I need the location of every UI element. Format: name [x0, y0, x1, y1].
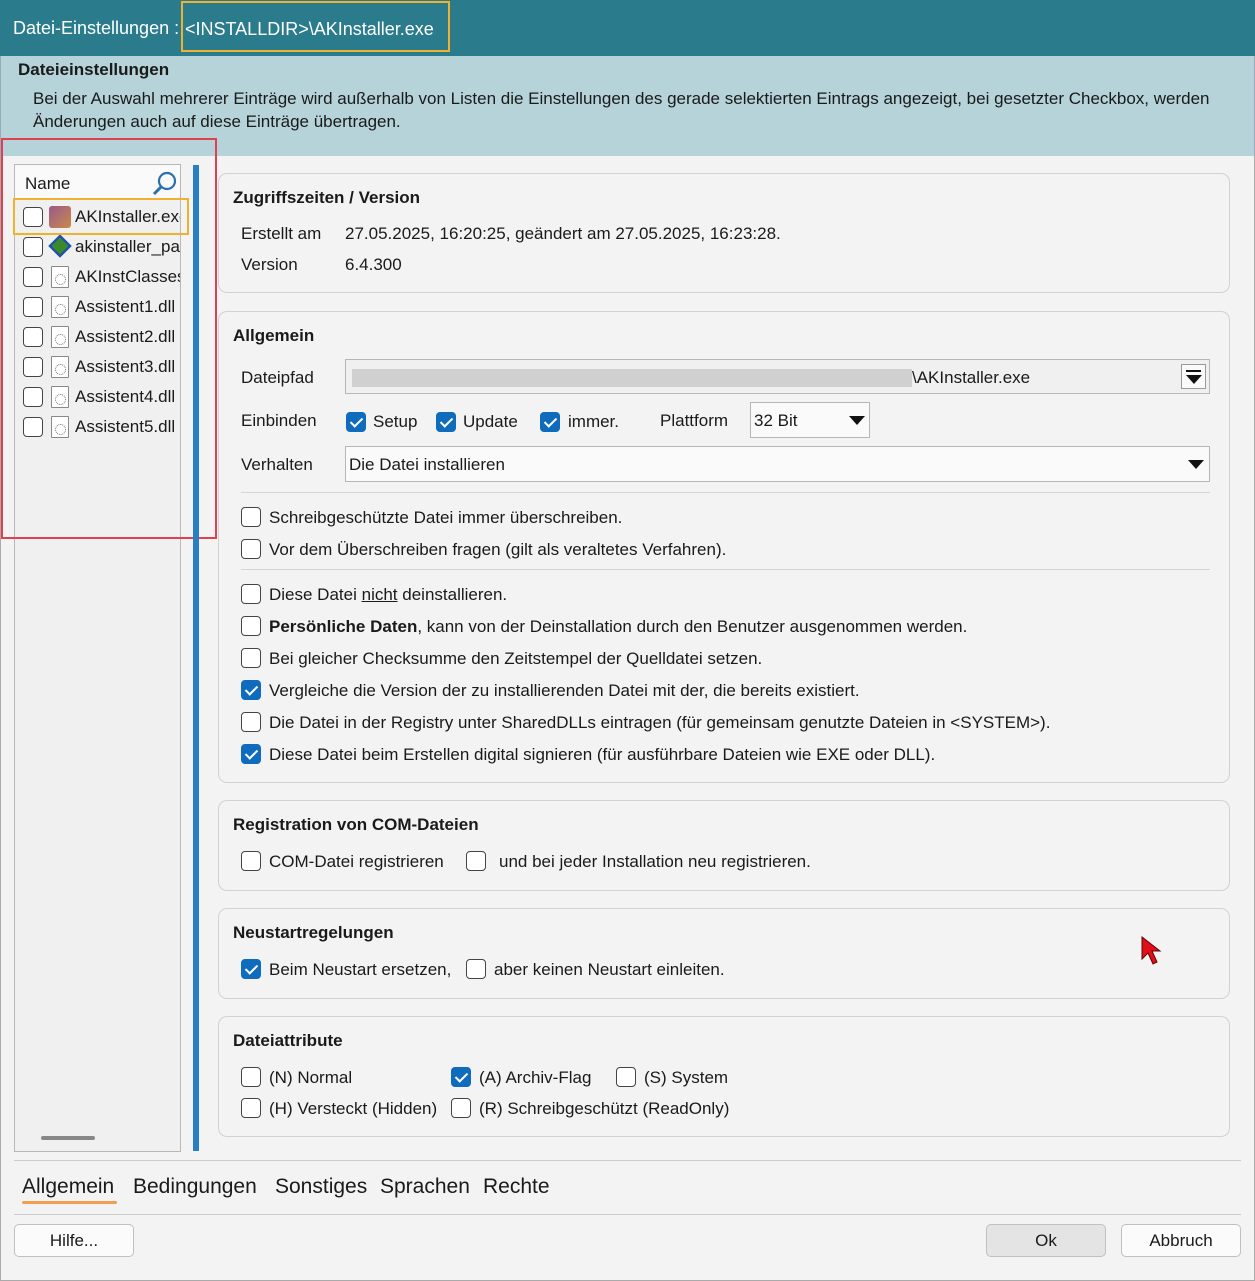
header-description: Bei der Auswahl mehrerer Einträge wird a… [33, 89, 1210, 131]
version-value: 6.4.300 [345, 255, 402, 274]
attr-system-label: (S) System [644, 1068, 729, 1087]
option-label: Diese Datei beim Erstellen digital signi… [269, 745, 936, 764]
tab-rechte[interactable]: Rechte [483, 1175, 550, 1199]
active-tab-indicator [22, 1201, 117, 1204]
title-bar: Datei-Einstellungen : <INSTALLDIR>\AKIns… [0, 0, 1255, 56]
option-label: Persönliche Daten, kann von der Deinstal… [269, 617, 967, 637]
option-text: , kann von der Deinstallation durch den … [417, 617, 968, 636]
platform-label: Plattform [660, 411, 729, 430]
platform-select[interactable]: 32 Bit [750, 402, 870, 438]
window-title-path: <INSTALLDIR>\AKInstaller.exe [181, 1, 450, 52]
option-checkbox[interactable] [241, 584, 261, 604]
group-restart: Neustartregelungen Beim Neustart ersetze… [218, 908, 1230, 999]
mouse-cursor-icon [1141, 935, 1162, 965]
behavior-select[interactable]: Die Datei installieren [345, 446, 1210, 482]
option-text: deinstallieren. [397, 585, 508, 604]
option-checkbox[interactable] [241, 648, 261, 668]
behavior-value: Die Datei installieren [349, 455, 505, 474]
cancel-button[interactable]: Abbruch [1121, 1224, 1241, 1257]
option-text: Diese Datei [269, 585, 362, 604]
option-label: Diese Datei nicht deinstallieren. [269, 585, 507, 605]
path-redacted [352, 369, 912, 387]
group-access-times: Zugriffszeiten / Version Erstellt am 27.… [218, 173, 1230, 293]
option-checkbox[interactable] [241, 680, 261, 700]
group-attributes: Dateiattribute (N) Normal (A) Archiv-Fla… [218, 1016, 1230, 1137]
attr-readonly-checkbox[interactable] [451, 1098, 471, 1118]
header-title: Dateieinstellungen [18, 60, 170, 79]
general-title: Allgemein [233, 326, 315, 345]
tab-sprachen[interactable]: Sprachen [380, 1175, 470, 1199]
setup-checkbox[interactable] [346, 412, 366, 432]
horizontal-scrollbar[interactable] [41, 1136, 95, 1140]
version-label: Version [241, 255, 298, 274]
com-register-label: COM-Datei registrieren [269, 852, 444, 871]
tab-allgemein[interactable]: Allgemein [22, 1175, 114, 1199]
restart-replace-label: Beim Neustart ersetzen, [269, 960, 452, 979]
option-checkbox[interactable] [241, 507, 261, 527]
attr-system-checkbox[interactable] [616, 1067, 636, 1087]
group-general: Allgemein Dateipfad \AKInstaller.exe Ein… [218, 311, 1230, 783]
window-title-prefix: Datei-Einstellungen : [13, 18, 180, 38]
option-checkbox[interactable] [241, 539, 261, 559]
no-restart-checkbox[interactable] [466, 959, 486, 979]
group-com: Registration von COM-Dateien COM-Datei r… [218, 800, 1230, 891]
always-checkbox[interactable] [540, 412, 560, 432]
help-button[interactable]: Hilfe... [14, 1224, 134, 1257]
include-label: Einbinden [241, 411, 317, 430]
path-field[interactable]: \AKInstaller.exe [345, 359, 1210, 394]
access-title: Zugriffszeiten / Version [233, 188, 421, 207]
platform-value: 32 Bit [754, 411, 798, 430]
attr-hidden-label: (H) Versteckt (Hidden) [269, 1099, 438, 1118]
setup-label: Setup [373, 412, 418, 431]
option-label: Die Datei in der Registry unter SharedDL… [269, 713, 1051, 732]
path-label: Dateipfad [241, 368, 314, 387]
attributes-title: Dateiattribute [233, 1031, 343, 1050]
option-text-bold: Persönliche Daten [269, 617, 418, 636]
option-label: Vergleiche die Version der zu installier… [269, 681, 860, 700]
path-value: \AKInstaller.exe [912, 368, 1031, 387]
path-dropdown-button[interactable] [1181, 364, 1206, 389]
splitter-bar[interactable] [193, 165, 199, 1151]
attr-readonly-label: (R) Schreibgeschützt (ReadOnly) [479, 1099, 730, 1118]
com-reregister-checkbox[interactable] [466, 851, 486, 871]
attr-normal-label: (N) Normal [269, 1068, 353, 1087]
no-restart-label: aber keinen Neustart einleiten. [494, 960, 725, 979]
com-register-checkbox[interactable] [241, 851, 261, 871]
option-checkbox[interactable] [241, 744, 261, 764]
attr-archive-checkbox[interactable] [451, 1067, 471, 1087]
tab-bedingungen[interactable]: Bedingungen [133, 1175, 257, 1199]
chevron-down-icon [849, 416, 865, 425]
option-text-underlined: nicht [361, 585, 398, 604]
com-reregister-label: und bei jeder Installation neu registrie… [499, 852, 811, 871]
restart-title: Neustartregelungen [233, 923, 394, 942]
update-checkbox[interactable] [436, 412, 456, 432]
option-label: Bei gleicher Checksumme den Zeitstempel … [269, 649, 763, 668]
attr-normal-checkbox[interactable] [241, 1067, 261, 1087]
option-checkbox[interactable] [241, 616, 261, 636]
restart-replace-checkbox[interactable] [241, 959, 261, 979]
attr-archive-label: (A) Archiv-Flag [479, 1068, 592, 1087]
option-label: Vor dem Überschreiben fragen (gilt als v… [269, 540, 727, 559]
option-checkbox[interactable] [241, 712, 261, 732]
attr-hidden-checkbox[interactable] [241, 1098, 261, 1118]
behavior-label: Verhalten [241, 455, 313, 474]
annotation-box [1, 138, 217, 539]
update-label: Update [463, 412, 518, 431]
created-value: 27.05.2025, 16:20:25, geändert am 27.05.… [345, 224, 781, 243]
tab-sonstiges[interactable]: Sonstiges [275, 1175, 367, 1199]
created-label: Erstellt am [241, 224, 322, 243]
option-label: Schreibgeschützte Datei immer überschrei… [269, 508, 623, 527]
ok-button[interactable]: Ok [986, 1224, 1106, 1257]
chevron-down-icon [1188, 460, 1204, 469]
com-title: Registration von COM-Dateien [233, 815, 479, 834]
always-label: immer. [568, 412, 619, 431]
